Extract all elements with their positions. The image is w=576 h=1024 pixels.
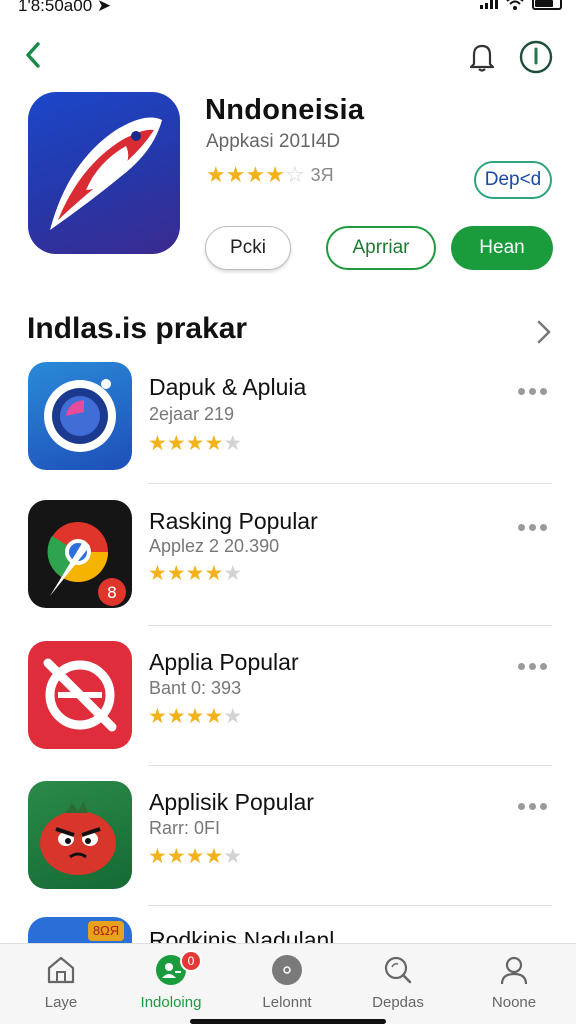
divider [148, 483, 552, 484]
nav-item-compass[interactable]: Lelonnt [237, 944, 337, 1024]
compass-icon [272, 955, 302, 985]
more-options-icon[interactable] [518, 663, 547, 670]
svg-text:8: 8 [107, 583, 117, 602]
app-name: Rasking Popular [149, 508, 318, 534]
app-meta: Bant 0: 393 [149, 678, 242, 698]
featured-app-icon[interactable] [28, 92, 180, 254]
notification-badge: 0 [180, 950, 202, 972]
list-item[interactable]: 8ΩЯ Rodkinis Nadulanl [0, 917, 576, 943]
status-bar: 1'8:50a00 ➤ [0, 0, 576, 18]
app-stars: ★ ★ ★ ★ ★ [148, 845, 243, 868]
list-item[interactable]: Applia Popular Bant 0: 393 ★ ★ ★ ★ ★ [0, 641, 576, 781]
nav-item-home[interactable]: Laye [11, 944, 111, 1024]
app-stars: ★ ★ ★ ★ ★ [148, 705, 243, 728]
nav-item-search[interactable]: Depdas [348, 944, 448, 1024]
star-icon: ★ [225, 162, 246, 187]
nav-label: Noone [491, 994, 537, 1011]
camera-app-icon [28, 362, 132, 470]
status-icons [480, 0, 562, 10]
section-title: Indlas.is prakar [27, 312, 248, 345]
angry-bird-app-icon [28, 781, 132, 889]
more-options-icon[interactable] [518, 524, 547, 531]
nav-label: Lelonnt [262, 994, 312, 1011]
primary-button[interactable]: Hean [451, 226, 553, 270]
nav-item-profile[interactable]: Noone [464, 944, 564, 1024]
app-name: Applisik Popular [149, 789, 314, 815]
bottom-nav: Laye 0 Indoloing Lelonnt Depdas Noone [0, 943, 576, 1024]
rating-count: 3Я [310, 164, 334, 185]
partial-app-icon: 8ΩЯ [28, 917, 132, 943]
wifi-icon [506, 0, 524, 10]
divider [148, 765, 552, 766]
nav-label: Laye [44, 994, 78, 1011]
list-item[interactable]: 8 Rasking Popular Applez 2 20.390 ★ ★ ★ ★ ★ [0, 500, 576, 640]
app-name: Applia Popular [149, 649, 299, 675]
list-item[interactable]: Applisik Popular Rarr: 0FI ★ ★ ★ ★ ★ [0, 781, 576, 921]
app-title: Nndoneisia [205, 94, 365, 126]
crossed-circle-app-icon [28, 641, 132, 749]
app-icon-badge: 8ΩЯ [88, 921, 124, 941]
info-icon[interactable] [518, 39, 554, 75]
search-icon [384, 956, 412, 984]
list-item[interactable]: Dapuk & Apluia 2ejaar 219 ★ ★ ★ ★ ★ [0, 362, 576, 502]
nav-item-people[interactable]: 0 Indoloing [121, 944, 221, 1024]
detail-button[interactable]: Dep<d [474, 161, 552, 199]
more-options-icon[interactable] [518, 388, 547, 395]
divider [148, 625, 552, 626]
chevron-right-icon[interactable] [532, 318, 556, 346]
app-meta: Rarr: 0FI [149, 818, 221, 838]
back-arrow-icon[interactable] [18, 38, 52, 72]
app-name: Dapuk & Apluia [149, 374, 307, 400]
app-meta: Applez 2 20.390 [149, 536, 280, 556]
star-icon: ★ [265, 162, 285, 187]
profile-icon [500, 956, 528, 985]
star-icon: ★ [245, 162, 266, 187]
battery-icon [532, 0, 562, 10]
app-meta: 2ejaar 219 [149, 404, 235, 424]
nav-label: Indoloing [140, 994, 202, 1011]
nav-label: Depdas [372, 994, 424, 1011]
home-indicator [190, 1019, 386, 1024]
status-time: 1'8:50a00 ➤ [18, 0, 112, 15]
divider [148, 905, 552, 906]
home-icon [47, 956, 75, 984]
star-icon: ★ [206, 162, 226, 187]
browser-app-icon: 8 [28, 500, 132, 608]
app-name: Rodkinis Nadulanl [149, 927, 335, 943]
app-stars: ★ ★ ★ ★ ★ [148, 432, 243, 455]
top-bar [0, 30, 576, 84]
signal-icon [480, 0, 498, 9]
secondary-button[interactable]: Pcki [205, 226, 291, 270]
more-options-icon[interactable] [518, 803, 547, 810]
outline-button[interactable]: Aprriar [326, 226, 436, 270]
app-stars: ★ ★ ★ ★ ★ [148, 562, 243, 585]
app-rating: ★ ★ ★ ★ ☆ 3Я [206, 163, 334, 187]
app-subtitle: Appkasi 201I4D [206, 131, 341, 152]
bell-icon[interactable] [466, 40, 498, 74]
star-icon: ☆ [284, 162, 305, 187]
